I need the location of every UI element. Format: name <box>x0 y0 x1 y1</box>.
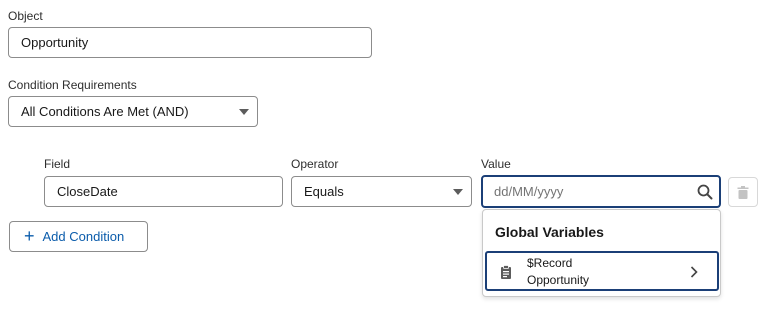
add-condition-button[interactable]: + Add Condition <box>9 221 148 252</box>
value-label: Value <box>481 157 511 171</box>
chevron-down-icon <box>239 109 249 115</box>
object-field[interactable]: Opportunity <box>8 27 372 58</box>
field-value: CloseDate <box>57 184 118 199</box>
plus-icon: + <box>24 225 35 246</box>
value-input[interactable]: dd/MM/yyyy <box>481 175 721 208</box>
global-variables-dropdown: Global Variables $Record Opportunity <box>482 209 721 297</box>
add-condition-label: Add Condition <box>42 229 125 244</box>
field-input[interactable]: CloseDate <box>44 176 283 207</box>
trash-icon <box>737 185 749 199</box>
dropdown-header: Global Variables <box>495 224 604 240</box>
delete-condition-button[interactable] <box>728 177 758 207</box>
dropdown-item-record[interactable]: $Record Opportunity <box>485 251 719 291</box>
operator-select[interactable]: Equals <box>291 176 472 207</box>
field-label: Field <box>44 157 71 171</box>
value-placeholder: dd/MM/yyyy <box>494 184 564 199</box>
dropdown-item-title: $Record <box>527 256 573 270</box>
operator-value: Equals <box>304 184 344 199</box>
object-label: Object <box>8 9 43 23</box>
chevron-down-icon <box>453 189 463 195</box>
clipboard-icon <box>501 265 511 279</box>
condition-requirements-select[interactable]: All Conditions Are Met (AND) <box>8 96 258 127</box>
chevron-right-icon <box>690 266 698 278</box>
condition-requirements-value: All Conditions Are Met (AND) <box>21 104 189 119</box>
object-value: Opportunity <box>21 35 89 50</box>
condition-requirements-label: Condition Requirements <box>8 78 137 92</box>
search-icon[interactable] <box>697 184 713 200</box>
operator-label: Operator <box>291 157 339 171</box>
dropdown-item-subtitle: Opportunity <box>527 273 590 287</box>
